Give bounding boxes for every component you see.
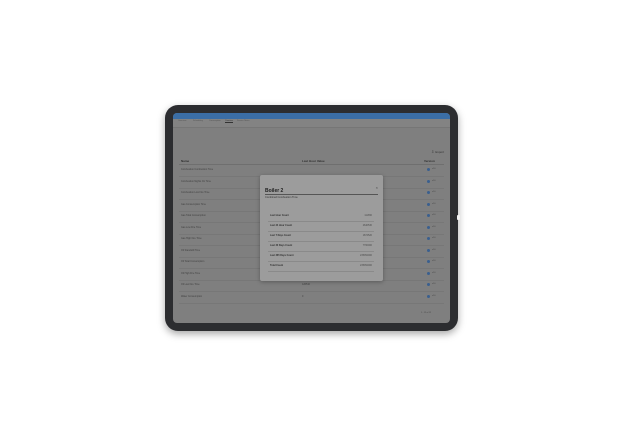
pagination-info: 1 - 12 of 12 (421, 312, 432, 314)
row-name: Gas Consumption Time (181, 202, 206, 206)
row-version: v10 (432, 294, 436, 297)
counter-row: Last 30 Days Count 7760000 (268, 241, 374, 252)
row-value: 0 (302, 294, 304, 298)
row-name: Combustion Combustion Time (181, 168, 214, 171)
row-name: Oil Total Consumption (181, 260, 205, 263)
dialog-subtitle: Combined Combustion Time (265, 196, 298, 199)
column-header-name[interactable]: Name (181, 159, 189, 163)
counter-row: Total Count 235052000 (268, 261, 374, 272)
close-icon[interactable]: × (376, 185, 378, 190)
tab-overview[interactable]: Overview (178, 120, 186, 122)
row-name: Gas Low Fire Time (181, 225, 202, 229)
row-name: Combustion Low Fire Time (181, 191, 210, 194)
counter-row: Last 365 Days Count 235052000 (268, 251, 374, 262)
dialog-divider (265, 194, 378, 195)
counter-label: Last 24 Hour Count (270, 224, 293, 227)
row-version: v10 (432, 179, 436, 182)
row-name: Oil Low Fire Time (181, 283, 200, 286)
export-button[interactable]: ⇩Export (431, 149, 444, 154)
tablet-screen: Overview Scheduling Consumption Counters… (173, 113, 450, 323)
status-dot-icon (427, 168, 430, 171)
export-label: Export (435, 150, 445, 154)
status-dot-icon (427, 271, 430, 275)
status-dot-icon (427, 237, 430, 240)
tab-bar: Overview Scheduling Consumption Counters… (173, 119, 450, 128)
counter-label: Last Hour Count (270, 214, 289, 217)
counter-label: Last 365 Days Count (270, 254, 294, 257)
column-header-value[interactable]: Last Hour Value (302, 159, 325, 163)
counter-value: 235052000 (360, 254, 372, 257)
tablet-device: Overview Scheduling Consumption Counters… (165, 105, 460, 331)
column-header-version[interactable]: Version (424, 159, 435, 163)
row-name: Water Consumption (181, 294, 203, 298)
row-version: v10 (432, 283, 436, 285)
row-name: Combustion Nights On Time (181, 179, 211, 183)
status-dot-icon (427, 202, 430, 206)
row-name: Oil High Fire Time (181, 271, 201, 275)
counter-value: 7760000 (362, 244, 372, 247)
counter-detail-dialog: Boiler 2 × Combined Combustion Time Last… (260, 175, 383, 281)
tab-counters[interactable]: Counters (225, 120, 234, 123)
row-name: Oil Standstill Time (181, 248, 201, 252)
status-dot-icon (427, 179, 430, 183)
counter-label: Last 30 Days Count (270, 244, 293, 247)
table-row[interactable]: Water Consumption 0 v10 (179, 292, 444, 304)
row-version: v10 (432, 271, 436, 274)
row-version: v10 (432, 191, 436, 193)
counter-label: Total Count (270, 264, 284, 267)
row-version: v10 (432, 248, 436, 251)
status-dot-icon (427, 248, 430, 252)
status-dot-icon (427, 294, 430, 298)
row-value: 126510 (302, 283, 310, 286)
row-version: v10 (432, 214, 436, 216)
row-name: Gas High Fire Time (181, 237, 202, 240)
counter-label: Last 7 Days Count (270, 234, 291, 237)
row-name: Gas Total Consumption (181, 214, 206, 217)
counter-row: Last 24 Hour Count 2640530 (268, 221, 374, 232)
tab-service-notes[interactable]: Service Notes (237, 120, 249, 122)
tab-scheduling[interactable]: Scheduling (193, 120, 203, 122)
counter-value: 2640530 (362, 224, 372, 227)
table-row[interactable]: Oil Low Fire Time 126510 v10 (179, 280, 444, 292)
counter-value: 235052000 (360, 264, 372, 267)
status-dot-icon (427, 214, 430, 217)
counter-row: Last 7 Days Count 1874520 (268, 231, 374, 242)
counter-row: Last Hour Count 111650 (268, 211, 374, 222)
row-version: v10 (432, 237, 436, 239)
status-dot-icon (427, 283, 430, 286)
status-dot-icon (427, 225, 430, 229)
status-dot-icon (427, 260, 430, 263)
download-icon: ⇩ (431, 149, 435, 154)
counter-value: 1874520 (362, 234, 372, 237)
counter-value: 111650 (364, 214, 372, 217)
row-version: v10 (432, 225, 436, 228)
row-version: v10 (432, 168, 436, 170)
row-version: v10 (432, 260, 436, 262)
row-version: v10 (432, 202, 436, 205)
side-button (457, 215, 460, 220)
tab-consumption[interactable]: Consumption (209, 120, 221, 122)
status-dot-icon (427, 191, 430, 194)
